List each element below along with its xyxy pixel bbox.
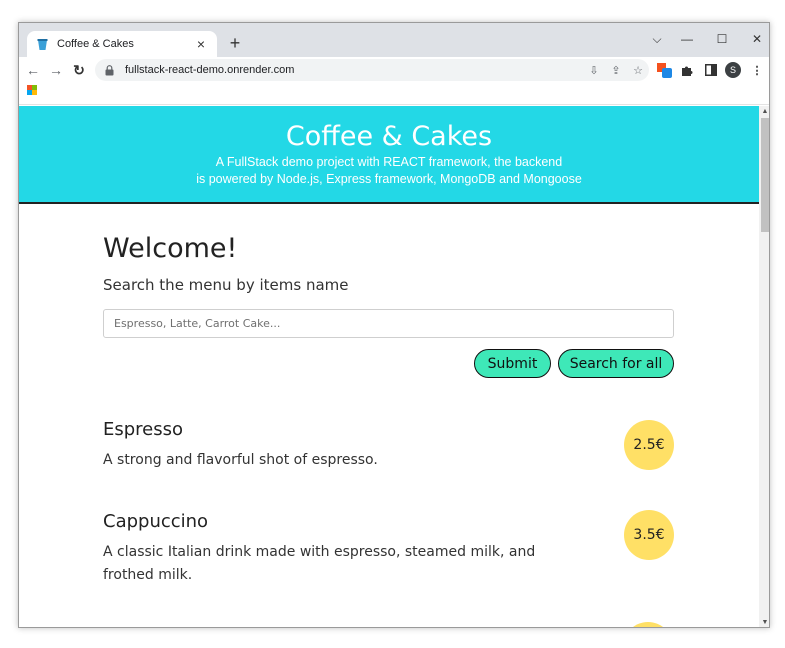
tab-search-icon[interactable]: ⌵	[642, 29, 672, 49]
profile-initial: S	[725, 62, 741, 78]
profile-avatar[interactable]: S	[724, 61, 742, 79]
search-label: Search the menu by items name	[103, 276, 349, 294]
menu-item-description: A strong and flavorful shot of espresso.	[103, 452, 378, 468]
menu-item: Cappuccino A classic Italian drink made …	[103, 510, 674, 587]
lock-icon[interactable]	[105, 64, 117, 76]
side-panel-icon[interactable]	[702, 61, 720, 79]
menu-item: Espresso A strong and flavorful shot of …	[103, 418, 674, 472]
back-arrow-icon[interactable]: ←	[23, 60, 43, 80]
forward-arrow-icon[interactable]: →	[46, 60, 66, 80]
address-bar[interactable]: fullstack-react-demo.onrender.com ⇩ ⇪ ☆	[95, 59, 649, 81]
browser-tab[interactable]: Coffee & Cakes ×	[27, 31, 217, 57]
submit-button[interactable]: Submit	[474, 349, 551, 378]
scroll-down-arrow-icon[interactable]: ▼	[759, 617, 769, 627]
reload-icon[interactable]: ↻	[69, 60, 89, 80]
site-subtitle-line-1: A FullStack demo project with REACT fram…	[215, 155, 563, 169]
bookmarks-bar	[19, 83, 769, 105]
apps-grid-icon[interactable]	[27, 85, 37, 95]
maximize-icon[interactable]: ☐	[707, 29, 737, 49]
extension-icon[interactable]	[655, 61, 673, 79]
coffee-cup-icon	[35, 37, 49, 51]
close-tab-icon[interactable]: ×	[193, 37, 209, 51]
scrollbar-thumb[interactable]	[761, 118, 769, 232]
minimize-icon[interactable]: —	[672, 29, 702, 49]
menu-item-name: Cappuccino	[103, 511, 209, 532]
puzzle-icon[interactable]	[678, 61, 696, 79]
new-tab-button[interactable]: +	[225, 34, 245, 54]
share-icon[interactable]: ⇪	[605, 64, 627, 77]
url-text[interactable]: fullstack-react-demo.onrender.com	[125, 64, 583, 76]
menu-item-description: A classic Italian drink made with espres…	[103, 544, 536, 583]
price-badge-partial	[623, 622, 673, 627]
tab-title: Coffee & Cakes	[57, 38, 134, 50]
menu-item-name: Espresso	[103, 419, 184, 440]
site-header: Coffee & Cakes A FullStack demo project …	[19, 106, 759, 204]
kebab-menu-icon[interactable]: ⋮	[748, 61, 766, 79]
search-all-button[interactable]: Search for all	[558, 349, 674, 378]
bookmark-star-icon[interactable]: ☆	[627, 64, 649, 77]
site-subtitle-line-2: is powered by Node.js, Express framework…	[196, 172, 582, 186]
price-badge: 3.5€	[624, 510, 674, 560]
window-close-icon[interactable]: ✕	[742, 29, 769, 49]
search-input[interactable]	[103, 309, 674, 338]
browser-toolbar: ← → ↻ fullstack-react-demo.onrender.com …	[19, 57, 769, 83]
page-heading: Welcome!	[103, 233, 238, 264]
page-viewport: Coffee & Cakes A FullStack demo project …	[19, 106, 759, 627]
install-app-icon[interactable]: ⇩	[583, 64, 605, 77]
tab-strip: Coffee & Cakes × + ⌵ — ☐ ✕	[19, 23, 769, 57]
scroll-up-arrow-icon[interactable]: ▲	[759, 106, 769, 118]
vertical-scrollbar[interactable]: ▲ ▼	[759, 106, 769, 627]
price-badge: 2.5€	[624, 420, 674, 470]
browser-window: Coffee & Cakes × + ⌵ — ☐ ✕ ← → ↻ fullsta…	[18, 22, 770, 628]
site-title: Coffee & Cakes	[285, 121, 493, 152]
